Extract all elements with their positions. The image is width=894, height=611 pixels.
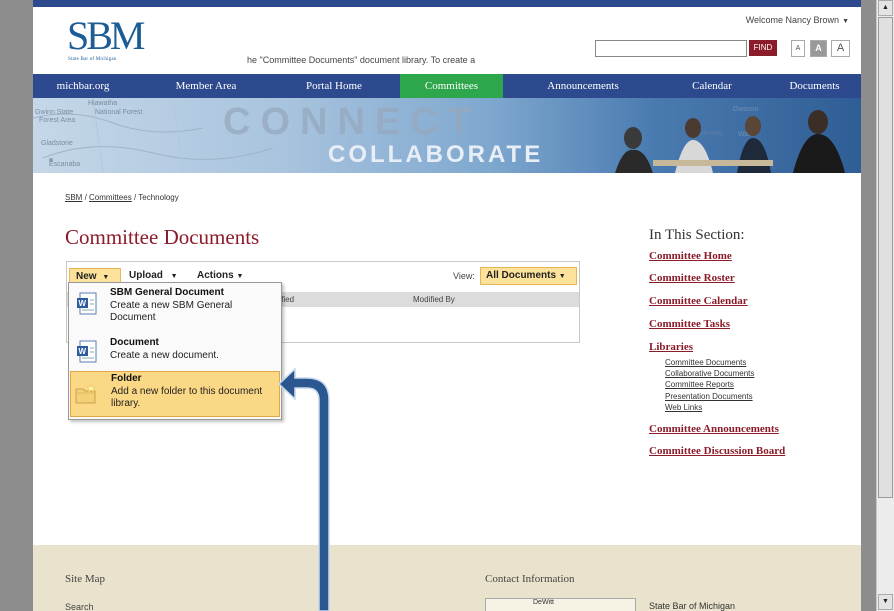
- vertical-scrollbar[interactable]: ▲ ▼: [876, 0, 894, 611]
- scrollbar-thumb[interactable]: [878, 17, 893, 498]
- web-page: SBM State Bar of Michigan Welcome Nancy …: [33, 0, 861, 611]
- annotation-arrow-icon: [277, 367, 330, 611]
- scroll-up-arrow-icon[interactable]: ▲: [878, 0, 893, 16]
- scroll-down-arrow-icon[interactable]: ▼: [878, 594, 893, 610]
